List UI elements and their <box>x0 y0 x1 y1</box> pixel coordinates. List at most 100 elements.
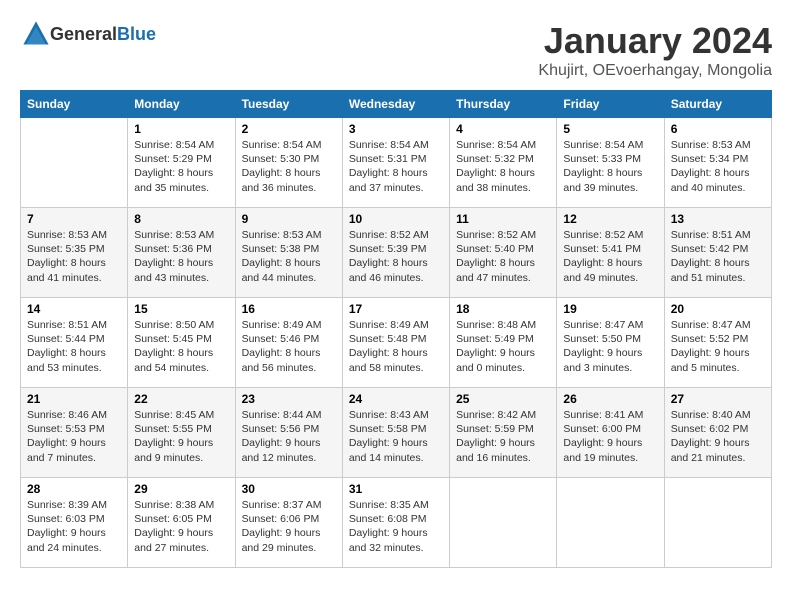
header-cell-sunday: Sunday <box>21 91 128 118</box>
day-number: 6 <box>671 122 765 136</box>
day-cell <box>557 478 664 568</box>
header-row: SundayMondayTuesdayWednesdayThursdayFrid… <box>21 91 772 118</box>
day-content: Sunrise: 8:47 AM Sunset: 5:50 PM Dayligh… <box>563 318 657 375</box>
day-content: Sunrise: 8:39 AM Sunset: 6:03 PM Dayligh… <box>27 498 121 555</box>
day-number: 1 <box>134 122 228 136</box>
day-cell: 29Sunrise: 8:38 AM Sunset: 6:05 PM Dayli… <box>128 478 235 568</box>
day-number: 10 <box>349 212 443 226</box>
day-number: 8 <box>134 212 228 226</box>
day-number: 7 <box>27 212 121 226</box>
day-cell: 12Sunrise: 8:52 AM Sunset: 5:41 PM Dayli… <box>557 208 664 298</box>
day-cell <box>450 478 557 568</box>
day-number: 19 <box>563 302 657 316</box>
day-cell: 1 Sunrise: 8:54 AM Sunset: 5:29 PM Daylig… <box>128 118 235 208</box>
day-number: 12 <box>563 212 657 226</box>
day-number: 31 <box>349 482 443 496</box>
logo-icon <box>22 20 50 48</box>
day-cell: 9 Sunrise: 8:53 AM Sunset: 5:38 PM Daylig… <box>235 208 342 298</box>
day-cell: 24 Sunrise: 8:43 AM Sunset: 5:58 PM Dayli… <box>342 388 449 478</box>
day-cell <box>21 118 128 208</box>
logo-blue: Blue <box>117 24 156 44</box>
day-content: Sunrise: 8:51 AM Sunset: 5:42 PM Dayligh… <box>671 228 765 285</box>
day-cell: 26Sunrise: 8:41 AM Sunset: 6:00 PM Dayli… <box>557 388 664 478</box>
day-content: Sunrise: 8:53 AM Sunset: 5:38 PM Dayligh… <box>242 228 336 285</box>
day-number: 23 <box>242 392 336 406</box>
day-cell: 3 Sunrise: 8:54 AM Sunset: 5:31 PM Daylig… <box>342 118 449 208</box>
day-content: Sunrise: 8:43 AM Sunset: 5:58 PM Dayligh… <box>349 408 443 465</box>
day-content: Sunrise: 8:54 AM Sunset: 5:33 PM Dayligh… <box>563 138 657 195</box>
day-content: Sunrise: 8:40 AM Sunset: 6:02 PM Dayligh… <box>671 408 765 465</box>
day-content: Sunrise: 8:54 AM Sunset: 5:32 PM Dayligh… <box>456 138 550 195</box>
day-content: Sunrise: 8:53 AM Sunset: 5:36 PM Dayligh… <box>134 228 228 285</box>
week-row-3: 14 Sunrise: 8:51 AM Sunset: 5:44 PM Dayli… <box>21 298 772 388</box>
day-content: Sunrise: 8:54 AM Sunset: 5:31 PM Dayligh… <box>349 138 443 195</box>
day-content: Sunrise: 8:44 AM Sunset: 5:56 PM Dayligh… <box>242 408 336 465</box>
day-cell: 18 Sunrise: 8:48 AM Sunset: 5:49 PM Dayli… <box>450 298 557 388</box>
day-number: 14 <box>27 302 121 316</box>
week-row-4: 21 Sunrise: 8:46 AM Sunset: 5:53 PM Dayli… <box>21 388 772 478</box>
day-cell: 30 Sunrise: 8:37 AM Sunset: 6:06 PM Dayli… <box>235 478 342 568</box>
day-number: 18 <box>456 302 550 316</box>
day-cell: 22 Sunrise: 8:45 AM Sunset: 5:55 PM Dayli… <box>128 388 235 478</box>
day-content: Sunrise: 8:37 AM Sunset: 6:06 PM Dayligh… <box>242 498 336 555</box>
day-number: 28 <box>27 482 121 496</box>
day-number: 20 <box>671 302 765 316</box>
day-content: Sunrise: 8:45 AM Sunset: 5:55 PM Dayligh… <box>134 408 228 465</box>
day-cell: 20Sunrise: 8:47 AM Sunset: 5:52 PM Dayli… <box>664 298 771 388</box>
day-content: Sunrise: 8:38 AM Sunset: 6:05 PM Dayligh… <box>134 498 228 555</box>
day-number: 2 <box>242 122 336 136</box>
day-number: 3 <box>349 122 443 136</box>
day-cell: 7 Sunrise: 8:53 AM Sunset: 5:35 PM Daylig… <box>21 208 128 298</box>
month-title: January 2024 <box>538 20 772 62</box>
day-cell: 31 Sunrise: 8:35 AM Sunset: 6:08 PM Dayli… <box>342 478 449 568</box>
day-cell: 4 Sunrise: 8:54 AM Sunset: 5:32 PM Daylig… <box>450 118 557 208</box>
day-cell: 5Sunrise: 8:54 AM Sunset: 5:33 PM Daylig… <box>557 118 664 208</box>
day-number: 16 <box>242 302 336 316</box>
header-cell-friday: Friday <box>557 91 664 118</box>
header-cell-wednesday: Wednesday <box>342 91 449 118</box>
header-cell-saturday: Saturday <box>664 91 771 118</box>
day-cell: 15 Sunrise: 8:50 AM Sunset: 5:45 PM Dayli… <box>128 298 235 388</box>
day-cell: 8 Sunrise: 8:53 AM Sunset: 5:36 PM Daylig… <box>128 208 235 298</box>
logo-general: General <box>50 24 117 44</box>
calendar-table: SundayMondayTuesdayWednesdayThursdayFrid… <box>20 90 772 568</box>
day-number: 4 <box>456 122 550 136</box>
week-row-2: 7 Sunrise: 8:53 AM Sunset: 5:35 PM Daylig… <box>21 208 772 298</box>
day-cell: 28 Sunrise: 8:39 AM Sunset: 6:03 PM Dayli… <box>21 478 128 568</box>
day-cell: 16 Sunrise: 8:49 AM Sunset: 5:46 PM Dayli… <box>235 298 342 388</box>
day-number: 22 <box>134 392 228 406</box>
day-content: Sunrise: 8:35 AM Sunset: 6:08 PM Dayligh… <box>349 498 443 555</box>
day-cell: 10Sunrise: 8:52 AM Sunset: 5:39 PM Dayli… <box>342 208 449 298</box>
week-row-5: 28 Sunrise: 8:39 AM Sunset: 6:03 PM Dayli… <box>21 478 772 568</box>
day-content: Sunrise: 8:51 AM Sunset: 5:44 PM Dayligh… <box>27 318 121 375</box>
day-content: Sunrise: 8:53 AM Sunset: 5:35 PM Dayligh… <box>27 228 121 285</box>
day-content: Sunrise: 8:50 AM Sunset: 5:45 PM Dayligh… <box>134 318 228 375</box>
day-number: 17 <box>349 302 443 316</box>
day-cell: 11Sunrise: 8:52 AM Sunset: 5:40 PM Dayli… <box>450 208 557 298</box>
day-cell: 6 Sunrise: 8:53 AM Sunset: 5:34 PM Daylig… <box>664 118 771 208</box>
header: GeneralBlue January 2024 Khujirt, OEvoer… <box>20 20 772 80</box>
day-number: 21 <box>27 392 121 406</box>
day-cell: 27 Sunrise: 8:40 AM Sunset: 6:02 PM Dayli… <box>664 388 771 478</box>
day-number: 15 <box>134 302 228 316</box>
logo: GeneralBlue <box>20 20 156 48</box>
day-number: 30 <box>242 482 336 496</box>
day-number: 27 <box>671 392 765 406</box>
day-content: Sunrise: 8:48 AM Sunset: 5:49 PM Dayligh… <box>456 318 550 375</box>
day-cell: 23 Sunrise: 8:44 AM Sunset: 5:56 PM Dayli… <box>235 388 342 478</box>
day-cell <box>664 478 771 568</box>
day-content: Sunrise: 8:46 AM Sunset: 5:53 PM Dayligh… <box>27 408 121 465</box>
day-number: 24 <box>349 392 443 406</box>
day-content: Sunrise: 8:53 AM Sunset: 5:34 PM Dayligh… <box>671 138 765 195</box>
day-content: Sunrise: 8:49 AM Sunset: 5:46 PM Dayligh… <box>242 318 336 375</box>
location-title: Khujirt, OEvoerhangay, Mongolia <box>538 62 772 80</box>
day-number: 25 <box>456 392 550 406</box>
day-number: 9 <box>242 212 336 226</box>
day-content: Sunrise: 8:54 AM Sunset: 5:29 PM Dayligh… <box>134 138 228 195</box>
day-cell: 14 Sunrise: 8:51 AM Sunset: 5:44 PM Dayli… <box>21 298 128 388</box>
day-number: 11 <box>456 212 550 226</box>
day-number: 13 <box>671 212 765 226</box>
day-content: Sunrise: 8:41 AM Sunset: 6:00 PM Dayligh… <box>563 408 657 465</box>
header-cell-tuesday: Tuesday <box>235 91 342 118</box>
day-cell: 17Sunrise: 8:49 AM Sunset: 5:48 PM Dayli… <box>342 298 449 388</box>
